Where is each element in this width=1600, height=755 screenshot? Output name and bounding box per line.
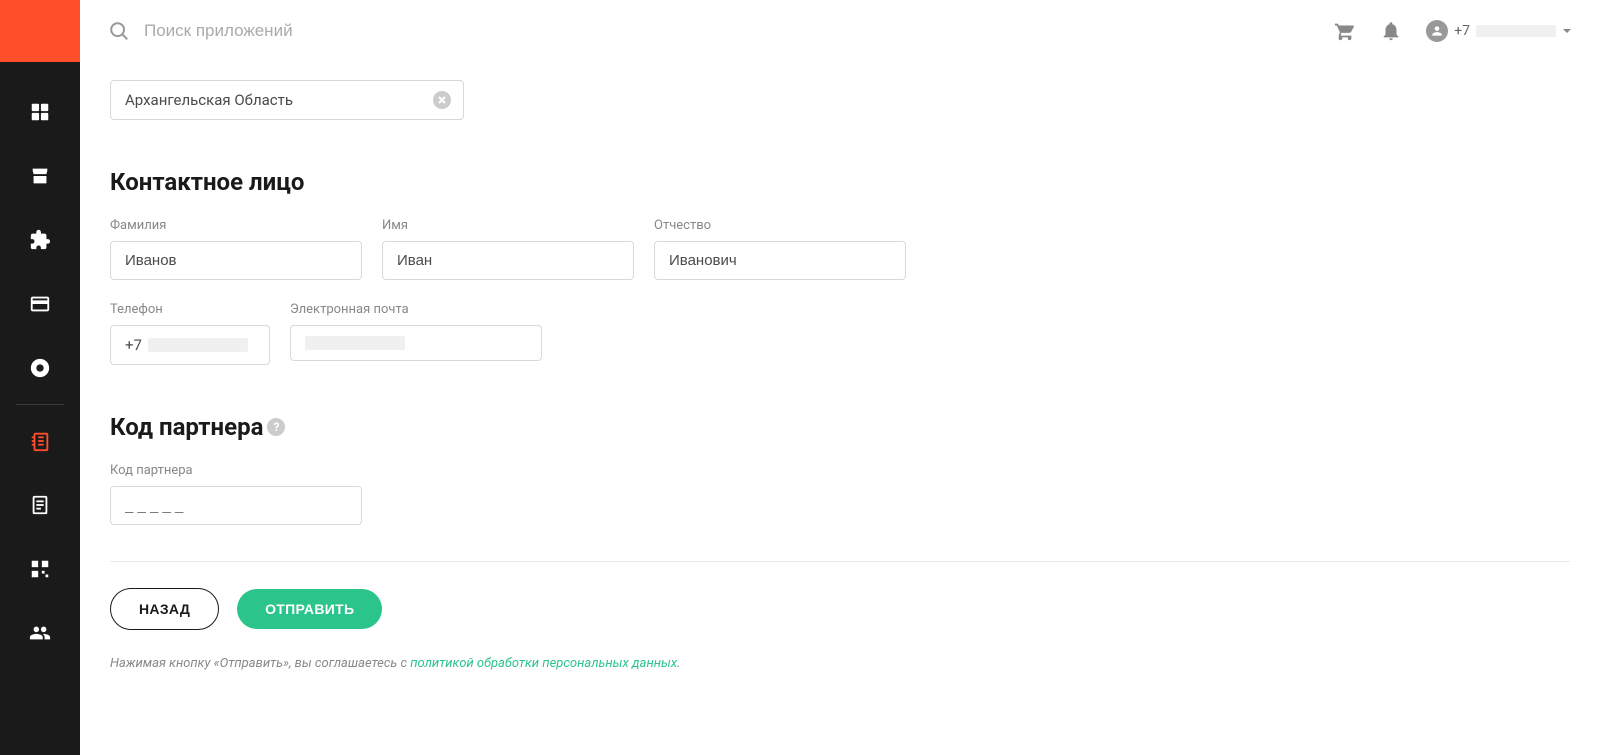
partner-code-input[interactable] [110, 486, 362, 525]
circle-waves-icon [29, 357, 51, 379]
sidebar-item-blog[interactable] [0, 336, 80, 400]
search-input[interactable] [144, 21, 1334, 41]
patronymic-label: Отчество [654, 218, 906, 233]
people-icon [29, 622, 51, 644]
phone-input[interactable]: +7 [110, 325, 270, 365]
lastname-input[interactable] [110, 241, 362, 280]
phone-masked [148, 338, 248, 352]
back-button[interactable]: НАЗАД [110, 588, 219, 630]
lastname-group: Фамилия [110, 218, 362, 280]
submit-button[interactable]: ОТПРАВИТЬ [237, 589, 382, 629]
region-chip: Архангельская Область [110, 80, 464, 120]
bell-icon[interactable] [1380, 20, 1402, 42]
search-wrap [108, 20, 1334, 42]
firstname-label: Имя [382, 218, 634, 233]
patronymic-input[interactable] [654, 241, 906, 280]
partner-section-title-text: Код партнера [110, 413, 263, 441]
partner-code-group: Код партнера [110, 463, 362, 525]
email-masked [305, 336, 405, 350]
terminal-icon [29, 430, 51, 452]
sidebar-item-receipts[interactable] [0, 473, 80, 537]
sidebar-item-store[interactable] [0, 144, 80, 208]
region-chip-label: Архангельская Область [125, 91, 293, 109]
store-icon [29, 165, 51, 187]
partner-section-title: Код партнера ? [110, 413, 1570, 441]
legal-suffix: . [677, 656, 680, 671]
email-label: Электронная почта [290, 302, 542, 317]
email-input[interactable] [290, 325, 542, 361]
phone-label: Телефон [110, 302, 270, 317]
legal-text: Нажимая кнопку «Отправить», вы соглашает… [110, 656, 1570, 671]
qr-icon [29, 558, 51, 580]
email-group: Электронная почта [290, 302, 542, 365]
patronymic-group: Отчество [654, 218, 906, 280]
phone-group: Телефон +7 [110, 302, 270, 365]
sidebar-item-dashboard[interactable] [0, 80, 80, 144]
sidebar-item-terminal[interactable] [0, 409, 80, 473]
legal-prefix: Нажимая кнопку «Отправить», вы соглашает… [110, 656, 410, 671]
user-phone-prefix: +7 [1454, 23, 1470, 39]
contact-name-row: Фамилия Имя Отчество [110, 218, 1570, 280]
partner-code-label: Код партнера [110, 463, 362, 478]
chevron-down-icon [1562, 26, 1572, 36]
brand-logo[interactable] [0, 0, 80, 62]
sidebar-item-payments[interactable] [0, 272, 80, 336]
sidebar-divider [16, 404, 64, 405]
avatar-icon [1426, 20, 1448, 42]
card-icon [29, 293, 51, 315]
user-phone-masked [1476, 25, 1556, 37]
lastname-label: Фамилия [110, 218, 362, 233]
firstname-input[interactable] [382, 241, 634, 280]
contact-section-title: Контактное лицо [110, 168, 1570, 196]
topbar: +7 [80, 0, 1600, 62]
sidebar-item-users[interactable] [0, 601, 80, 665]
receipt-icon [29, 494, 51, 516]
divider [110, 561, 1570, 562]
help-icon[interactable]: ? [267, 418, 285, 436]
grid-icon [29, 101, 51, 123]
phone-prefix: +7 [125, 336, 142, 354]
partner-code-row: Код партнера [110, 463, 1570, 525]
puzzle-icon [29, 229, 51, 251]
topbar-right: +7 [1334, 20, 1572, 42]
firstname-group: Имя [382, 218, 634, 280]
cart-icon[interactable] [1334, 20, 1356, 42]
page-content: Архангельская Область Контактное лицо Фа… [80, 62, 1600, 755]
privacy-policy-link[interactable]: политикой обработки персональных данных [410, 656, 677, 671]
search-icon [108, 20, 130, 42]
user-menu[interactable]: +7 [1426, 20, 1572, 42]
contact-reach-row: Телефон +7 Электронная почта [110, 302, 1570, 365]
region-chip-remove[interactable] [433, 91, 451, 109]
sidebar-item-qr[interactable] [0, 537, 80, 601]
sidebar [0, 62, 80, 755]
button-row: НАЗАД ОТПРАВИТЬ [110, 588, 1570, 630]
sidebar-item-extensions[interactable] [0, 208, 80, 272]
close-icon [437, 95, 447, 105]
